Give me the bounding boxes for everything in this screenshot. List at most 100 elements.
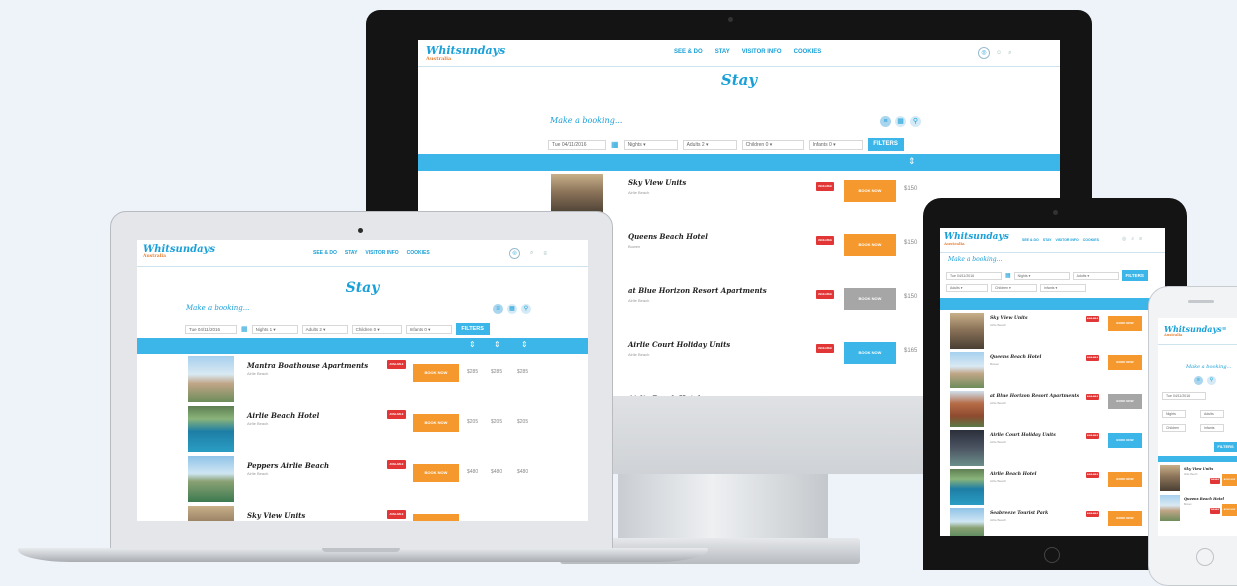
book-now-button[interactable]: BOOK NOW [1108, 511, 1142, 526]
nav-link-see-do[interactable]: SEE & DO [674, 49, 703, 55]
grid-view-icon[interactable]: ▦ [895, 116, 906, 127]
tablet-nav-stay[interactable]: STAY [1043, 238, 1052, 242]
laptop-sort-icon-2[interactable]: ⇕ [494, 340, 501, 349]
listing-name[interactable]: Airlie Court Holiday Units [990, 433, 1056, 438]
laptop-calendar-icon[interactable]: ▦ [241, 325, 248, 333]
laptop-sort-icon-3[interactable]: ⇕ [521, 340, 528, 349]
laptop-grid-view-icon[interactable]: ▦ [507, 304, 517, 314]
book-now-button[interactable]: BOOK NOW [1222, 504, 1237, 516]
nav-link-stay[interactable]: STAY [715, 49, 730, 55]
laptop-date-field[interactable]: Tue 04/11/2016 [185, 324, 237, 334]
phone-children-select[interactable]: Children [1162, 424, 1186, 432]
tablet-nav-cookies[interactable]: COOKIES [1083, 238, 1099, 242]
laptop-nav-cookies[interactable]: COOKIES [407, 250, 430, 256]
tablet-brand-logo[interactable]: Whitsundays Australia [944, 232, 1009, 246]
phone-menu-icon[interactable]: ≡ [1222, 326, 1226, 333]
listing-photo[interactable] [188, 406, 234, 452]
listing-photo[interactable] [1160, 495, 1180, 521]
list-view-icon[interactable]: ≡ [880, 116, 891, 127]
tablet-filters-button[interactable]: FILTERS [1121, 270, 1148, 281]
laptop-nav-stay[interactable]: STAY [345, 250, 358, 256]
laptop-list-view-icon[interactable]: ≡ [493, 304, 503, 314]
listing-name[interactable]: Queens Beach Hotel [990, 355, 1041, 360]
book-now-button[interactable]: BOOK NOW [844, 180, 896, 202]
laptop-brand-logo[interactable]: Whitsundays Australia [143, 244, 215, 260]
listing-photo[interactable] [950, 430, 984, 466]
phone-adults-select[interactable]: Adults [1200, 410, 1224, 418]
date-field[interactable]: Tue 04/11/2016 [548, 139, 606, 150]
book-now-button[interactable]: BOOK NOW [1108, 316, 1142, 331]
book-now-button[interactable]: BOOK NOW [413, 414, 459, 432]
listing-photo[interactable] [950, 469, 984, 505]
listing-photo[interactable] [551, 174, 603, 214]
tablet-children-select[interactable]: Children ▾ [991, 284, 1037, 292]
tablet-infants-select[interactable]: Infants ▾ [1040, 284, 1086, 292]
listing-name[interactable]: Airlie Beach Hotel [990, 472, 1037, 477]
laptop-sort-icon-1[interactable]: ⇕ [469, 340, 476, 349]
book-now-button[interactable]: BOOK NOW [1108, 472, 1142, 487]
listing-name[interactable]: at Blue Horizon Resort Apartments [628, 286, 767, 295]
laptop-infants-select[interactable]: Infants 0 ▾ [405, 324, 452, 334]
cart-icon[interactable]: ◎ [978, 47, 990, 59]
phone-nights-select[interactable]: Nights [1162, 410, 1186, 418]
infants-select[interactable]: Infants 0 ▾ [808, 139, 863, 150]
phone-filters-button[interactable]: FILTERS [1214, 442, 1237, 452]
listing-name[interactable]: Sky View Units [990, 316, 1028, 321]
listing-name[interactable]: Mantra Boathouse Apartments [247, 361, 368, 370]
book-now-button[interactable]: BOOK NOW [844, 342, 896, 364]
listing-name[interactable]: Queens Beach Hotel [1184, 497, 1224, 501]
book-now-button[interactable]: BOOK NOW [1108, 394, 1142, 409]
laptop-nav-see-do[interactable]: SEE & DO [313, 250, 337, 256]
listing-photo[interactable] [188, 456, 234, 502]
listing-name[interactable]: Sky View Units [1184, 467, 1213, 471]
listing-name[interactable]: Airlie Court Holiday Units [628, 340, 730, 349]
tablet-date-field[interactable]: Tue 04/11/2016 [946, 271, 1002, 280]
listing-name[interactable]: Sky View Units [247, 511, 305, 520]
sort-icon[interactable]: ⇕ [908, 156, 916, 167]
book-now-button[interactable]: BOOK NOW [844, 288, 896, 310]
phone-list-view-icon[interactable]: ≡ [1194, 376, 1203, 385]
laptop-children-select[interactable]: Children 0 ▾ [351, 324, 402, 334]
adults-select[interactable]: Adults 2 ▾ [682, 139, 737, 150]
listing-photo[interactable] [188, 506, 234, 521]
listing-photo[interactable] [950, 313, 984, 349]
laptop-cart-icon[interactable]: ◎ [509, 248, 520, 259]
map-view-icon[interactable]: ⚲ [910, 116, 921, 127]
laptop-menu-icon[interactable]: ≡ [543, 251, 547, 257]
nights-select[interactable]: Nights ▾ [623, 139, 678, 150]
phone-home-button[interactable] [1196, 548, 1214, 566]
tablet-search-icon[interactable]: ⌕ [1131, 236, 1134, 242]
listing-name[interactable]: Queens Beach Hotel [628, 232, 708, 241]
brand-logo[interactable]: Whitsundays Australia [426, 44, 505, 62]
children-select[interactable]: Children 0 ▾ [741, 139, 804, 150]
listing-name[interactable]: at Blue Horizon Resort Apartments [990, 394, 1079, 399]
listing-photo[interactable] [1160, 465, 1180, 491]
nav-link-visitor-info[interactable]: VISITOR INFO [742, 49, 782, 55]
listing-photo[interactable] [950, 391, 984, 427]
tablet-cart-icon[interactable]: ◎ [1122, 236, 1126, 242]
listing-name[interactable]: Airlie Beach Hotel [247, 411, 319, 420]
phone-infants-select[interactable]: Infants [1200, 424, 1224, 432]
listing-name[interactable]: Airlie Beach Hotel [628, 394, 700, 396]
tablet-nights-select[interactable]: Nights ▾ [1013, 271, 1070, 280]
book-now-button[interactable]: BOOK NOW [1108, 355, 1142, 370]
laptop-map-view-icon[interactable]: ⚲ [521, 304, 531, 314]
book-now-button[interactable]: BOOK NOW [1108, 433, 1142, 448]
phone-map-view-icon[interactable]: ⚲ [1207, 376, 1216, 385]
tablet-menu-icon[interactable]: ≡ [1139, 236, 1142, 242]
book-now-button[interactable]: BOOK NOW [413, 514, 459, 521]
phone-date-field[interactable]: Tue 04/11/2016 [1162, 392, 1206, 400]
book-now-button[interactable]: BOOK NOW [1222, 474, 1237, 486]
listing-photo[interactable] [950, 508, 984, 536]
listing-photo[interactable] [950, 352, 984, 388]
laptop-search-icon[interactable]: ⌕ [530, 250, 533, 257]
book-now-button[interactable]: BOOK NOW [413, 464, 459, 482]
tablet-home-button[interactable] [1044, 547, 1060, 563]
laptop-filters-button[interactable]: FILTERS [455, 323, 490, 335]
book-now-button[interactable]: BOOK NOW [844, 234, 896, 256]
nav-link-cookies[interactable]: COOKIES [794, 49, 822, 55]
tablet-calendar-icon[interactable]: ▦ [1005, 272, 1011, 279]
search-icon[interactable]: ⌕ [1008, 50, 1011, 57]
tablet-nav-visitor-info[interactable]: VISITOR INFO [1056, 238, 1079, 242]
listing-photo[interactable] [188, 356, 234, 402]
